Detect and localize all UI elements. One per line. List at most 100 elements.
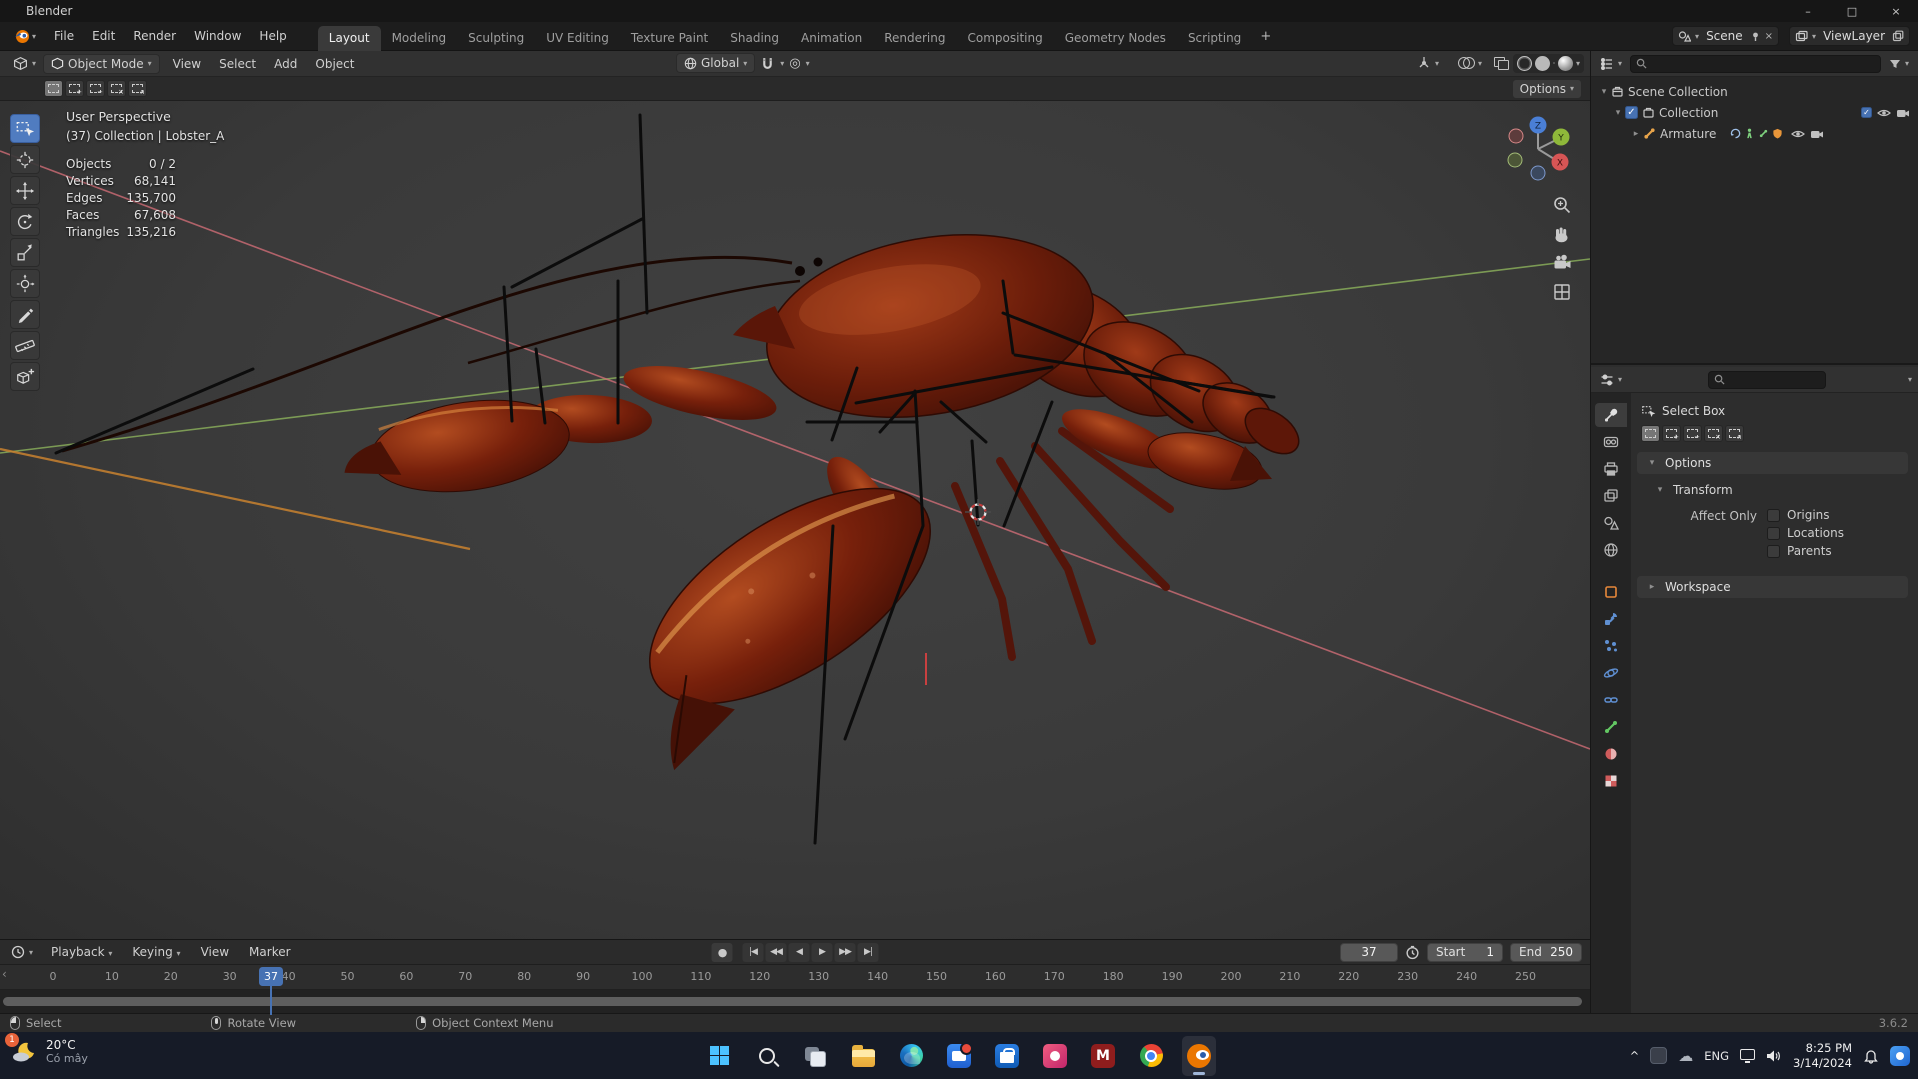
tool-cursor[interactable]	[10, 145, 40, 174]
play-button[interactable]: ▶	[811, 942, 833, 962]
tab-render[interactable]	[1595, 430, 1627, 454]
tab-material[interactable]	[1595, 742, 1627, 766]
blue-tray-app-icon[interactable]	[1890, 1045, 1910, 1066]
onedrive-cloud-icon[interactable]: ☁	[1678, 1047, 1693, 1065]
menu-item[interactable]: Edit	[83, 25, 124, 47]
pink-app-button[interactable]	[1038, 1036, 1072, 1076]
options-panel-header[interactable]: ▾ Options	[1637, 452, 1908, 474]
timeline-horizontal-scrollbar[interactable]	[3, 997, 1582, 1006]
viewport-menu-item[interactable]: Add	[265, 53, 306, 75]
workspace-tab[interactable]: UV Editing	[535, 26, 620, 51]
language-indicator[interactable]: ENG	[1704, 1049, 1729, 1063]
edge-button[interactable]	[894, 1036, 928, 1076]
checkbox[interactable]	[1767, 544, 1780, 558]
properties-options-dropdown[interactable]: ▾	[1908, 375, 1912, 384]
tool-annotate[interactable]	[10, 300, 40, 329]
outliner-search-input[interactable]	[1630, 54, 1881, 73]
workspace-tab[interactable]: Scripting	[1177, 26, 1252, 51]
workspace-tab[interactable]: Layout	[317, 25, 381, 51]
disable-render-camera-icon[interactable]	[1810, 129, 1824, 139]
unlink-scene-icon[interactable]: ×	[1765, 31, 1773, 42]
select-mode-button[interactable]: ∩	[1725, 425, 1744, 442]
pin-icon[interactable]	[1750, 31, 1761, 42]
overlays-dropdown[interactable]: ▾	[1451, 53, 1489, 73]
network-icon[interactable]	[1740, 1049, 1756, 1063]
previous-keyframe-button[interactable]: ◀◀	[765, 942, 787, 962]
menu-item[interactable]: File	[45, 25, 83, 47]
options-dropdown[interactable]: Options ▾	[1511, 78, 1582, 99]
auto-keying-record-button[interactable]: ●	[711, 942, 733, 962]
select-mode-button[interactable]: ×	[107, 80, 126, 97]
menu-item[interactable]: Help	[250, 25, 295, 47]
tab-view-layer[interactable]	[1595, 484, 1627, 508]
workspace-tab[interactable]: Animation	[790, 26, 873, 51]
mode-selector[interactable]: Object Mode ▾	[43, 53, 160, 74]
gizmo-neg-y-axis[interactable]	[1507, 152, 1523, 168]
tab-constraints[interactable]	[1595, 688, 1627, 712]
viewport-menu-item[interactable]: Select	[210, 53, 265, 75]
select-mode-button[interactable]: ∩	[128, 80, 147, 97]
viewport-menu-item[interactable]: View	[164, 53, 210, 75]
tool-scale[interactable]	[10, 238, 40, 267]
minimize-button[interactable]: –	[1786, 0, 1830, 22]
maximize-button[interactable]: □	[1830, 0, 1874, 22]
viewlayer-selector[interactable]: ▾ ViewLayer	[1789, 26, 1910, 46]
blender-menu-button[interactable]: ▾	[8, 28, 41, 45]
marker-menu[interactable]: Marker	[240, 941, 299, 963]
timeline-ruler[interactable]: ‹ 0 10 20 30 40 50 60 70 80 90 100 110 120 130 140 150 1…	[0, 965, 1590, 1015]
tool-rotate[interactable]	[10, 207, 40, 236]
editor-type-button[interactable]: ▾	[6, 54, 43, 74]
gizmo-neg-x-axis[interactable]	[1508, 128, 1524, 144]
use-preview-range-icon[interactable]	[1405, 945, 1420, 960]
tool-select-box[interactable]	[10, 114, 40, 143]
tool-measure[interactable]	[10, 331, 40, 360]
viewport-canvas[interactable]: User Perspective (37) Collection | Lobst…	[0, 101, 1590, 939]
blender-app-button[interactable]	[1182, 1035, 1216, 1076]
tab-output[interactable]	[1595, 457, 1627, 481]
tab-object[interactable]	[1595, 580, 1627, 604]
tool-add-cube[interactable]	[10, 362, 40, 391]
shading-wireframe-icon[interactable]	[1516, 55, 1532, 71]
tab-world[interactable]	[1595, 538, 1627, 562]
properties-search-input[interactable]	[1707, 370, 1826, 389]
tab-physics[interactable]	[1595, 661, 1627, 685]
transform-subpanel-header[interactable]: ▾ Transform	[1635, 480, 1910, 500]
affect-only-option[interactable]: Locations	[1767, 526, 1844, 540]
checkbox[interactable]	[1767, 508, 1780, 522]
hidden-icons-chevron[interactable]: ^	[1630, 1049, 1640, 1063]
timeline-playhead[interactable]: 37	[259, 967, 283, 1015]
transform-orientation-selector[interactable]: Global ▾	[676, 53, 756, 73]
properties-editor-type-button[interactable]: ▾	[1597, 370, 1625, 390]
select-mode-button[interactable]	[1641, 425, 1660, 442]
timeline-editor-type-button[interactable]: ▾	[8, 942, 36, 962]
timeline-scrub-area[interactable]	[0, 990, 1590, 1013]
xray-toggle-icon[interactable]	[1493, 57, 1509, 70]
viewport-menu-item[interactable]: Object	[306, 53, 363, 75]
tab-particles[interactable]	[1595, 634, 1627, 658]
view-menu[interactable]: View	[192, 941, 238, 963]
notification-bell-icon[interactable]	[1863, 1048, 1879, 1064]
taskbar-search-button[interactable]	[750, 1036, 784, 1076]
volume-icon[interactable]	[1766, 1049, 1782, 1063]
file-explorer-button[interactable]	[846, 1036, 880, 1076]
select-mode-button[interactable]: −	[1683, 425, 1702, 442]
select-mode-button[interactable]: ×	[1704, 425, 1723, 442]
scene-selector[interactable]: ▾ Scene ×	[1672, 26, 1780, 46]
workspace-tab[interactable]: Rendering	[873, 26, 956, 51]
tray-app-icon[interactable]	[1650, 1047, 1668, 1064]
hide-eye-icon[interactable]	[1877, 108, 1891, 118]
add-workspace-button[interactable]: +	[1252, 25, 1279, 48]
camera-view-icon[interactable]	[1552, 253, 1572, 273]
current-frame-field[interactable]: 37	[1340, 942, 1398, 962]
lobster-model[interactable]	[61, 211, 1307, 771]
shading-dropdown[interactable]: ▾	[1576, 59, 1580, 68]
checkbox[interactable]	[1767, 526, 1780, 540]
workspace-tab[interactable]: Texture Paint	[620, 26, 719, 51]
select-mode-button[interactable]	[44, 80, 63, 97]
menu-item[interactable]: Window	[185, 25, 250, 47]
next-keyframe-button[interactable]: ▶▶	[834, 942, 856, 962]
tab-object-data[interactable]	[1595, 715, 1627, 739]
end-frame-field[interactable]: End 250	[1510, 942, 1582, 962]
collection-exclude-checkbox[interactable]: ✓	[1861, 107, 1872, 118]
duplicate-viewlayer-icon[interactable]	[1892, 30, 1904, 42]
